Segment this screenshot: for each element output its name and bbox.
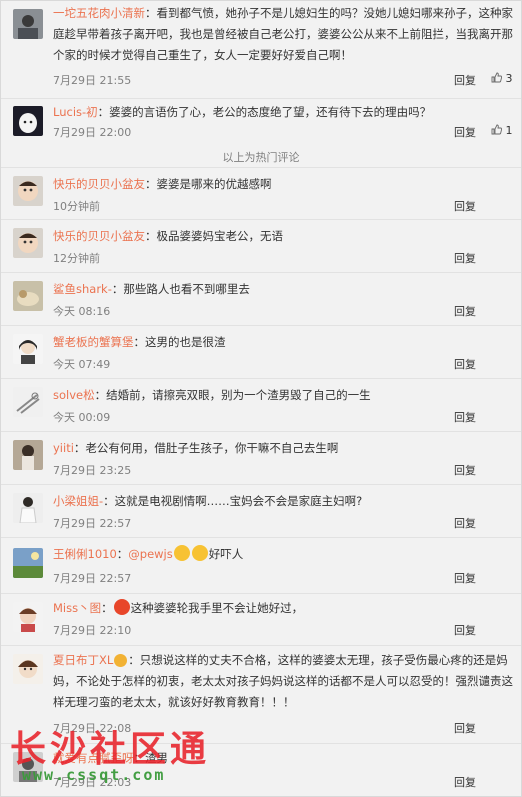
reply-button[interactable]: 回复 xyxy=(454,462,476,478)
comment-item: 蟹老板的蟹算堡：这男的也是很渣 今天 07:49 回复 xyxy=(1,325,521,379)
avatar[interactable] xyxy=(13,602,43,632)
comment-time: 今天 00:09 xyxy=(53,411,111,424)
comment-item: 鲨鱼shark-：那些路人也看不到哪里去 今天 08:16 回复 xyxy=(1,272,521,326)
comment-item: 快乐的贝贝小盆友：婆婆是哪来的优越感啊 10分钟前 回复 xyxy=(1,167,521,220)
avatar[interactable] xyxy=(13,654,43,684)
comment-text: 那些路人也看不到哪里去 xyxy=(123,282,250,296)
comment-username[interactable]: solve松 xyxy=(53,388,95,402)
comment-time: 10分钟前 xyxy=(53,200,100,213)
comment-username[interactable]: 一坨五花肉小清新 xyxy=(53,6,145,20)
reply-button[interactable]: 回复 xyxy=(454,250,476,266)
comment-time: 7月29日 23:25 xyxy=(53,464,132,477)
reply-button[interactable]: 回复 xyxy=(454,356,476,372)
reply-button[interactable]: 回复 xyxy=(454,303,476,319)
avatar[interactable] xyxy=(13,106,43,136)
comment-text: 老公有何用，借肚子生孩子，你干嘛不自己去生啊 xyxy=(85,441,339,455)
comment-item: 王俐俐1010：@pewjs 好吓人 7月29日 22:57 回复 xyxy=(1,537,521,594)
comment-username[interactable]: 快乐的贝贝小盆友 xyxy=(53,177,145,191)
comment-item: Miss丶图： 这种婆婆轮我手里不会让她好过， 7月29日 22:10 回复 xyxy=(1,593,521,646)
comment-item: 快乐的贝贝小盆友：极品婆婆妈宝老公，无语 12分钟前 回复 xyxy=(1,219,521,273)
avatar[interactable] xyxy=(13,387,43,417)
avatar[interactable] xyxy=(13,440,43,470)
vip-badge-icon xyxy=(114,654,128,667)
watermark-logo-text: 长沙社区通 xyxy=(10,728,211,770)
reply-button[interactable]: 回复 xyxy=(454,198,476,214)
comment-text: 好吓人 xyxy=(208,547,244,561)
angry-face-emoji-icon xyxy=(113,599,130,615)
hot-comments-divider: 以上为热门评论 xyxy=(222,151,300,164)
comment-item: 一坨五花肉小清新：看到都气愤，她孙子不是儿媳妇生的吗？没她儿媳妇哪来孙子，这种家… xyxy=(1,1,521,98)
scared-face-emoji-icon xyxy=(191,545,208,561)
scared-face-emoji-icon xyxy=(173,545,190,561)
avatar[interactable] xyxy=(13,281,43,311)
mention-link[interactable]: @pewjs xyxy=(128,547,172,561)
like-button[interactable]: 3 xyxy=(491,72,513,85)
avatar[interactable] xyxy=(13,9,43,39)
comment-time: 今天 08:16 xyxy=(53,305,111,318)
avatar[interactable] xyxy=(13,548,43,578)
comment-item: solve松：结婚前，请擦亮双眼，别为一个渣男毁了自己的一生 今天 00:09 … xyxy=(1,378,521,432)
comment-username[interactable]: 鲨鱼shark- xyxy=(53,282,112,296)
avatar[interactable] xyxy=(13,334,43,364)
comment-text: 这种婆婆轮我手里不会让她好过， xyxy=(130,601,304,615)
comment-username[interactable]: Lucis-初 xyxy=(53,105,98,119)
comment-text: 婆婆是哪来的优越感啊 xyxy=(156,177,272,191)
comment-username[interactable]: 夏日布丁XL xyxy=(53,653,113,667)
comment-list: 一坨五花肉小清新：看到都气愤，她孙子不是儿媳妇生的吗？没她儿媳妇哪来孙子，这种家… xyxy=(0,0,522,797)
comment-username[interactable]: Miss丶图 xyxy=(53,601,101,615)
avatar[interactable] xyxy=(13,176,43,206)
comment-username[interactable]: 小梁姐姐- xyxy=(53,494,103,508)
comment-time: 7月29日 21:55 xyxy=(53,74,132,87)
reply-button[interactable]: 回复 xyxy=(454,72,476,88)
comment-text: 结婚前，请擦亮双眼，别为一个渣男毁了自己的一生 xyxy=(106,388,371,402)
comment-time: 7月29日 22:57 xyxy=(53,572,132,585)
reply-button[interactable]: 回复 xyxy=(454,622,476,638)
reply-button[interactable]: 回复 xyxy=(454,515,476,531)
comment-text: 这男的也是很渣 xyxy=(145,335,226,349)
comment-text: 婆婆的言语伤了心，老公的态度绝了望，还有待下去的理由吗？ xyxy=(109,105,432,119)
reply-button[interactable]: 回复 xyxy=(454,409,476,425)
reply-button[interactable]: 回复 xyxy=(454,774,476,790)
avatar[interactable] xyxy=(13,228,43,258)
comment-username[interactable]: yiiti xyxy=(53,441,74,455)
reply-button[interactable]: 回复 xyxy=(454,124,476,140)
avatar[interactable] xyxy=(13,493,43,523)
comment-item: 小梁姐姐-：这就是电视剧情啊……宝妈会不会是家庭主妇啊? 7月29日 22:57… xyxy=(1,484,521,538)
comment-time: 今天 07:49 xyxy=(53,358,111,371)
comment-time: 7月29日 22:00 xyxy=(53,126,132,139)
comment-text: 这就是电视剧情啊……宝妈会不会是家庭主妇啊? xyxy=(114,494,363,508)
comment-time: 7月29日 22:10 xyxy=(53,624,132,637)
thumb-up-icon xyxy=(491,124,503,135)
comment-username[interactable]: 快乐的贝贝小盆友 xyxy=(53,229,145,243)
comment-item: Lucis-初：婆婆的言语伤了心，老公的态度绝了望，还有待下去的理由吗？ 7月2… xyxy=(1,98,521,147)
thumb-up-icon xyxy=(491,72,503,83)
like-button[interactable]: 1 xyxy=(491,124,513,137)
reply-button[interactable]: 回复 xyxy=(454,720,476,736)
comment-text: 极品婆婆妈宝老公，无语 xyxy=(156,229,284,243)
comment-item: yiiti：老公有何用，借肚子生孩子，你干嘛不自己去生啊 7月29日 23:25… xyxy=(1,431,521,485)
comment-time: 12分钟前 xyxy=(53,252,100,265)
reply-button[interactable]: 回复 xyxy=(454,570,476,586)
comment-username[interactable]: 王俐俐1010 xyxy=(53,547,117,561)
comment-username[interactable]: 蟹老板的蟹算堡 xyxy=(53,335,134,349)
comment-time: 7月29日 22:57 xyxy=(53,517,132,530)
watermark-url: www.cssqt.com xyxy=(22,766,166,784)
